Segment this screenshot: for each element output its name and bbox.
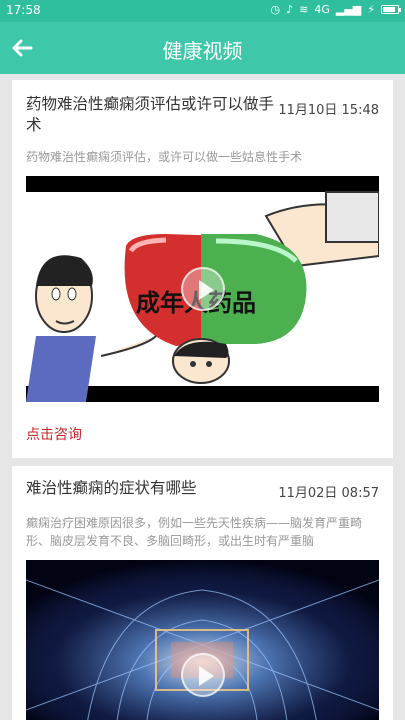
- video-summary: 癫痫治疗困难原因很多，例如一些先天性疾病——脑发育严重畸形、脑皮层发育不良、多脑…: [26, 516, 363, 548]
- status-time: 17:58: [6, 3, 41, 17]
- wifi-icon: ≋: [299, 3, 309, 16]
- video-thumbnail[interactable]: [26, 560, 379, 720]
- video-thumbnail[interactable]: 成年人药品: [26, 176, 379, 402]
- status-bar: 17:58 ◷ ♪ ≋ 4G ▂▄▆ ⚡: [0, 0, 405, 22]
- video-list[interactable]: 药物难治性癫痫须评估或许可以做手术 11月10日 15:48 药物难治性癫痫须评…: [0, 74, 405, 720]
- signal-icon: ▂▄▆: [335, 3, 362, 16]
- alarm-icon: ◷: [270, 3, 281, 16]
- charging-icon: ⚡: [367, 3, 375, 16]
- mute-icon: ♪: [286, 3, 294, 16]
- video-date: 11月02日 08:57: [278, 486, 379, 501]
- play-button[interactable]: [180, 267, 225, 311]
- play-button[interactable]: [180, 653, 225, 697]
- app-bar: 健康视频: [0, 22, 405, 74]
- page-title: 健康视频: [162, 39, 243, 63]
- battery-icon: [381, 5, 401, 14]
- battery-fill: [383, 7, 395, 12]
- video-title[interactable]: 难治性癫痫的症状有哪些: [26, 478, 276, 499]
- consult-link[interactable]: 点击咨询: [26, 424, 82, 444]
- video-summary: 药物难治性癫痫须评估，或许可以做一些姑息性手术: [26, 150, 303, 164]
- video-title[interactable]: 药物难治性癫痫须评估或许可以做手术: [26, 94, 276, 136]
- status-icons: ◷ ♪ ≋ 4G ▂▄▆ ⚡: [270, 3, 401, 16]
- video-card[interactable]: 难治性癫痫的症状有哪些 11月02日 08:57 癫痫治疗困难原因很多，例如一些…: [12, 466, 393, 720]
- network-label: 4G: [314, 3, 330, 16]
- video-card[interactable]: 药物难治性癫痫须评估或许可以做手术 11月10日 15:48 药物难治性癫痫须评…: [12, 80, 393, 458]
- video-date: 11月10日 15:48: [278, 103, 379, 118]
